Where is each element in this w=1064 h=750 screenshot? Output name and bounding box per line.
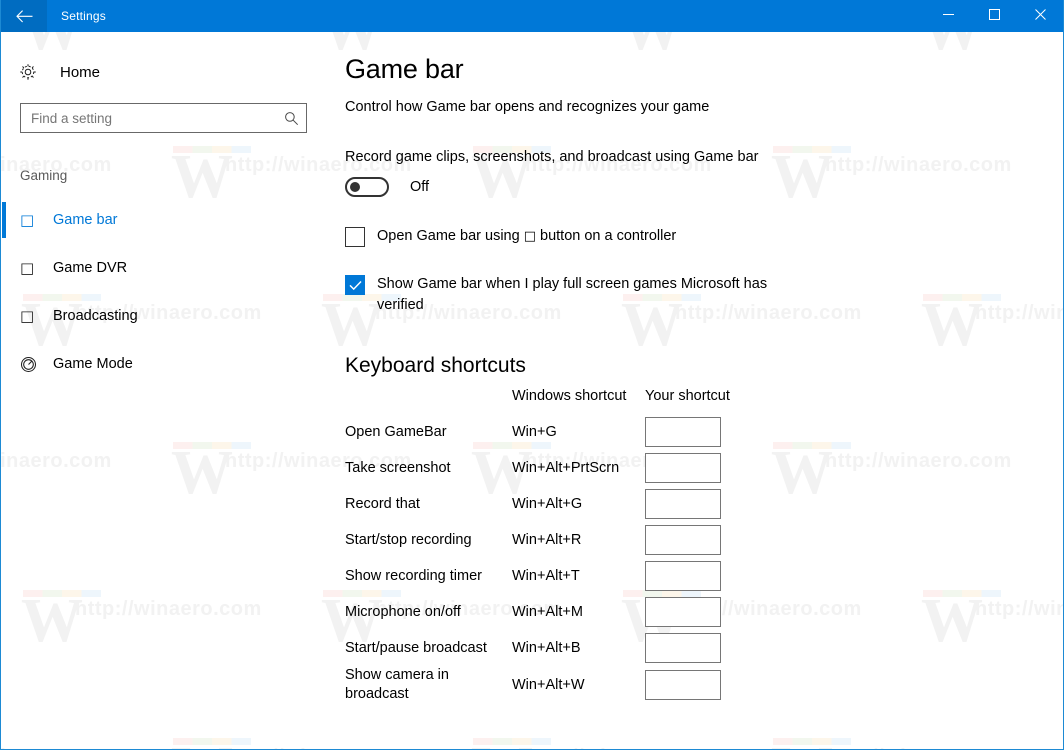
shortcuts-heading: Keyboard shortcuts	[345, 354, 526, 377]
broadcasting-icon: □	[20, 307, 35, 325]
shortcut-action-label: Start/stop recording	[345, 531, 472, 548]
back-arrow-icon	[15, 9, 33, 23]
your-shortcut-cell	[645, 594, 745, 630]
sidebar-item-label: Broadcasting	[53, 308, 138, 324]
table-row: Show recording timer Win+Alt+T	[345, 558, 745, 594]
sidebar-item-label: Game DVR	[53, 260, 128, 276]
main-content: Game bar Control how Game bar opens and …	[327, 32, 1063, 749]
table-row: Microphone on/off Win+Alt+M	[345, 594, 745, 630]
sidebar-item-label: Game bar	[53, 212, 118, 228]
your-shortcut-input[interactable]	[645, 453, 721, 483]
windows-shortcut-value: Win+G	[512, 424, 557, 440]
search-input[interactable]	[21, 110, 276, 126]
table-row: Open GameBar Win+G	[345, 414, 745, 450]
your-shortcut-cell	[645, 486, 745, 522]
keyboard-shortcuts-table: Windows shortcut Your shortcut Open Game…	[345, 388, 745, 704]
gear-icon	[16, 63, 40, 81]
your-shortcut-input[interactable]	[645, 489, 721, 519]
checkbox-open-with-controller[interactable]: Open Game bar using □ button on a contro…	[345, 226, 1063, 247]
your-shortcut-input[interactable]	[645, 525, 721, 555]
shortcut-action-label: Take screenshot	[345, 459, 451, 476]
game-bar-toggle-row: Off	[345, 177, 1063, 197]
titlebar-spacer	[106, 0, 925, 32]
table-row: Start/pause broadcast Win+Alt+B	[345, 630, 745, 666]
settings-window: Whttp://winaero.comWhttp://winaero.comWh…	[0, 0, 1064, 750]
game-dvr-icon: □	[20, 259, 35, 277]
toggle-caption: Record game clips, screenshots, and broa…	[345, 149, 759, 165]
windows-shortcut-value: Win+Alt+B	[512, 640, 581, 656]
checkmark-icon	[348, 280, 362, 290]
shortcut-action-label: Open GameBar	[345, 423, 447, 440]
page-subtitle: Control how Game bar opens and recognize…	[345, 99, 710, 115]
your-shortcut-input[interactable]	[645, 670, 721, 700]
sidebar-item-game-dvr[interactable]: □ Game DVR	[2, 244, 327, 292]
window-title: Settings	[61, 9, 106, 23]
column-header-action	[345, 388, 512, 414]
table-row: Take screenshot Win+Alt+PrtScrn	[345, 450, 745, 486]
shortcut-action-label: Record that	[345, 495, 420, 512]
your-shortcut-input[interactable]	[645, 633, 721, 663]
close-button[interactable]	[1017, 0, 1063, 32]
sidebar-nav-list: □ Game bar □ Game DVR □ Broadcasting Gam…	[2, 196, 327, 388]
table-header: Windows shortcut Your shortcut	[345, 388, 745, 414]
toggle-knob	[350, 182, 360, 192]
controller-button-glyph-icon: □	[523, 229, 536, 244]
table-row: Start/stop recording Win+Alt+R	[345, 522, 745, 558]
minimize-icon	[942, 7, 954, 25]
search-icon[interactable]	[276, 111, 306, 126]
your-shortcut-cell	[645, 558, 745, 594]
game-bar-icon: □	[20, 211, 35, 229]
windows-shortcut-value: Win+Alt+T	[512, 568, 580, 584]
table-header-row: Windows shortcut Your shortcut	[345, 388, 745, 414]
your-shortcut-input[interactable]	[645, 561, 721, 591]
windows-shortcut-value: Win+Alt+PrtScrn	[512, 460, 620, 476]
table-body: Open GameBar Win+G Take screenshot Win+Alt+…	[345, 414, 745, 704]
shortcut-action-label: Show recording timer	[345, 567, 482, 584]
gauge-icon	[20, 356, 42, 373]
toggle-state-label: Off	[410, 179, 430, 195]
sidebar-home-label: Home	[60, 63, 101, 81]
shortcut-action-label: Start/pause broadcast	[345, 639, 487, 656]
checkbox-label: Show Game bar when I play full screen ga…	[377, 276, 768, 313]
checkbox-label-after: button on a controller	[536, 228, 677, 244]
your-shortcut-cell	[645, 666, 745, 704]
table-row: Record that Win+Alt+G	[345, 486, 745, 522]
your-shortcut-cell	[645, 630, 745, 666]
checkbox-label-before: Open Game bar using	[377, 228, 524, 244]
game-bar-toggle[interactable]	[345, 177, 389, 197]
checkbox-box[interactable]	[345, 275, 365, 295]
search-box[interactable]	[20, 103, 307, 133]
your-shortcut-cell	[645, 522, 745, 558]
maximize-icon	[988, 7, 1000, 25]
minimize-button[interactable]	[925, 0, 971, 32]
title-bar: Settings	[1, 0, 1063, 32]
checkbox-box[interactable]	[345, 227, 365, 247]
sidebar-item-game-mode[interactable]: Game Mode	[2, 340, 327, 388]
sidebar-item-label: Game Mode	[53, 356, 133, 372]
windows-shortcut-value: Win+Alt+G	[512, 496, 583, 512]
your-shortcut-input[interactable]	[645, 417, 721, 447]
windows-shortcut-value: Win+Alt+W	[512, 677, 585, 693]
checkbox-label: Open Game bar using □ button on a contro…	[377, 226, 676, 247]
sidebar-item-broadcasting[interactable]: □ Broadcasting	[2, 292, 327, 340]
your-shortcut-input[interactable]	[645, 597, 721, 627]
windows-shortcut-value: Win+Alt+R	[512, 532, 582, 548]
close-icon	[1034, 7, 1046, 25]
sidebar-item-game-bar[interactable]: □ Game bar	[2, 196, 327, 244]
column-header-your-shortcut: Your shortcut	[645, 388, 730, 404]
windows-shortcut-value: Win+Alt+M	[512, 604, 583, 620]
sidebar-group-label: Gaming	[20, 168, 68, 183]
maximize-button[interactable]	[971, 0, 1017, 32]
sidebar: Home Gaming □ Game bar □ Game D	[2, 32, 327, 749]
column-header-windows-shortcut: Windows shortcut	[512, 388, 627, 404]
your-shortcut-cell	[645, 450, 745, 486]
checkbox-show-on-fullscreen[interactable]: Show Game bar when I play full screen ga…	[345, 274, 1063, 316]
sidebar-item-home[interactable]: Home	[2, 52, 327, 92]
table-row: Show camera in broadcast Win+Alt+W	[345, 666, 745, 704]
back-button[interactable]	[1, 0, 47, 32]
page-title: Game bar	[345, 54, 464, 84]
your-shortcut-cell	[645, 414, 745, 450]
shortcut-action-label: Show camera in broadcast	[345, 667, 449, 702]
shortcut-action-label: Microphone on/off	[345, 603, 461, 620]
